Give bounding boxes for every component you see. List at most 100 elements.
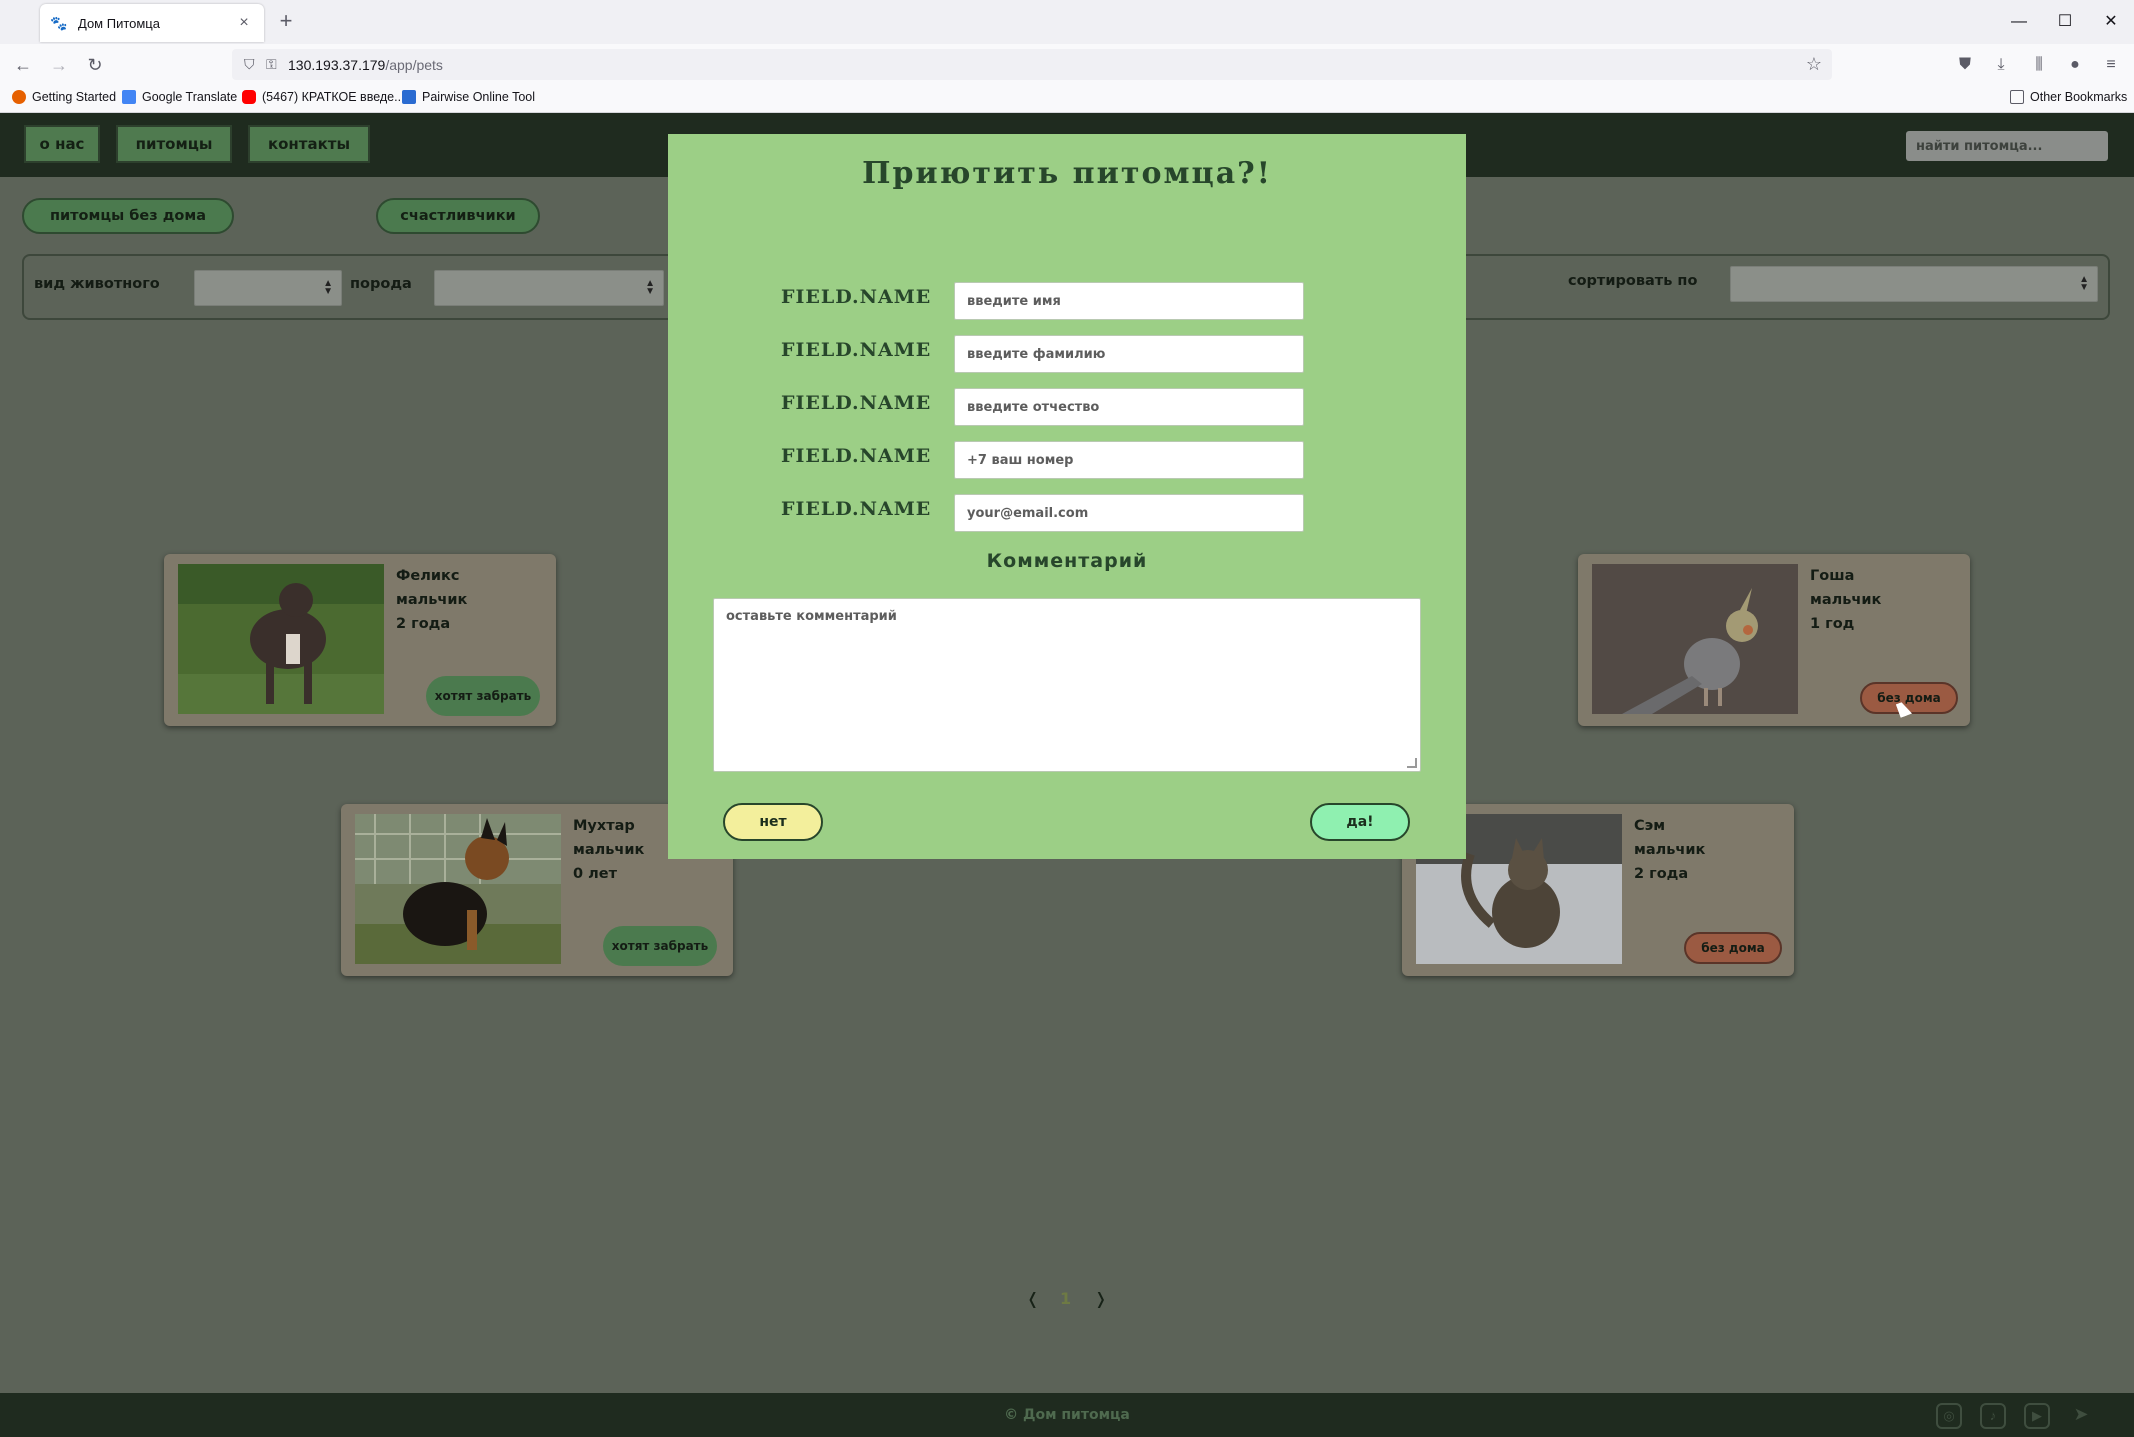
pet-info: Феликс мальчик 2 года bbox=[396, 564, 467, 636]
pet-photo-dog bbox=[178, 564, 384, 714]
status-badge[interactable]: хотят забрать bbox=[426, 676, 540, 716]
bookmark-label: Pairwise Online Tool bbox=[422, 90, 536, 104]
nav-contacts-button[interactable]: контакты bbox=[248, 125, 370, 163]
youtube-icon bbox=[242, 90, 256, 104]
email-label: FIELD.NAME bbox=[781, 498, 932, 520]
pet-age: 1 год bbox=[1810, 616, 1855, 632]
close-window-button[interactable]: ✕ bbox=[2088, 0, 2134, 44]
pet-gender: мальчик bbox=[396, 592, 468, 608]
site-footer: © Дом питомца ◎ ♪ ▶ ➤ bbox=[0, 1393, 2134, 1437]
sort-label: сортировать по bbox=[1568, 273, 1698, 289]
extensions-icon[interactable]: ● bbox=[2064, 54, 2086, 76]
new-tab-button[interactable]: + bbox=[272, 8, 300, 36]
grid-icon bbox=[402, 90, 416, 104]
browser-tab-bar: 🐾 Дом Питомца × + — ☐ ✕ bbox=[0, 0, 2134, 44]
pet-gender: мальчик bbox=[573, 842, 645, 858]
last-name-input[interactable]: введите фамилию bbox=[954, 335, 1304, 373]
email-input[interactable]: your@email.com bbox=[954, 494, 1304, 532]
no-button[interactable]: нет bbox=[723, 803, 823, 841]
other-bookmarks[interactable]: Other Bookmarks bbox=[2010, 90, 2127, 104]
first-name-input[interactable]: введите имя bbox=[954, 282, 1304, 320]
pet-age: 2 года bbox=[1634, 866, 1689, 882]
bookmark-pairwise[interactable]: Pairwise Online Tool bbox=[402, 90, 535, 104]
status-badge[interactable]: хотят забрать bbox=[603, 926, 717, 966]
bookmark-label: (5467) КРАТКОЕ введе... bbox=[262, 90, 405, 104]
phone-input[interactable]: +7 ваш номер bbox=[954, 441, 1304, 479]
menu-icon[interactable]: ≡ bbox=[2100, 54, 2122, 76]
bookmarks-bar: Getting Started Google Translate (5467) … bbox=[0, 85, 2134, 113]
sort-select[interactable]: ▲ ▼ bbox=[1730, 266, 2098, 302]
pet-card[interactable]: Феликс мальчик 2 года хотят забрать bbox=[164, 554, 556, 726]
tab-lucky-pets[interactable]: счастливчики bbox=[376, 198, 540, 234]
downloads-icon[interactable]: ⤓ bbox=[1990, 54, 2012, 76]
next-page-button[interactable]: ❭ bbox=[1094, 1289, 1107, 1308]
url-path: /app/pets bbox=[385, 56, 443, 73]
instagram-icon[interactable]: ◎ bbox=[1936, 1403, 1962, 1429]
bookmark-google-translate[interactable]: Google Translate bbox=[122, 90, 237, 104]
prev-page-button[interactable]: ❬ bbox=[1026, 1289, 1039, 1308]
pet-card[interactable]: Гоша мальчик 1 год без дома bbox=[1578, 554, 1970, 726]
bookmark-youtube-video[interactable]: (5467) КРАТКОЕ введе... bbox=[242, 90, 405, 104]
current-page[interactable]: 1 bbox=[1060, 1289, 1071, 1308]
folder-icon bbox=[2010, 90, 2024, 104]
yes-button[interactable]: да! bbox=[1310, 803, 1410, 841]
pet-name: Феликс bbox=[396, 568, 460, 584]
select-caret-icon: ▲ ▼ bbox=[2079, 274, 2089, 293]
bookmark-getting-started[interactable]: Getting Started bbox=[12, 90, 116, 104]
browser-toolbar: ← → ↻ ⛉ ⚿ 130.193.37.179/app/pets ☆ ⛊ ⤓ … bbox=[0, 44, 2134, 85]
page-info-icon: ⚿ bbox=[266, 56, 277, 72]
comment-label: Комментарий bbox=[986, 550, 1148, 572]
browser-tab-active[interactable]: 🐾 Дом Питомца × bbox=[40, 4, 264, 42]
comment-placeholder: оставьте комментарий bbox=[726, 609, 897, 624]
maximize-button[interactable]: ☐ bbox=[2042, 0, 2088, 44]
pet-age: 2 года bbox=[396, 616, 451, 632]
nav-pets-button[interactable]: питомцы bbox=[116, 125, 232, 163]
adopt-pet-modal: Приютить питомца?! FIELD.NAME введите им… bbox=[668, 134, 1466, 859]
status-badge[interactable]: без дома bbox=[1684, 932, 1782, 964]
select-caret-icon: ▲ ▼ bbox=[645, 278, 655, 297]
select-caret-icon: ▲ ▼ bbox=[323, 278, 333, 297]
bookmark-label: Getting Started bbox=[32, 90, 117, 104]
forward-button[interactable]: → bbox=[44, 50, 74, 80]
species-select[interactable]: ▲ ▼ bbox=[194, 270, 342, 306]
back-button[interactable]: ← bbox=[8, 50, 38, 80]
nav-about-button[interactable]: о нас bbox=[24, 125, 100, 163]
bookmark-label: Google Translate bbox=[142, 90, 238, 104]
shield-icon: ⛉ bbox=[244, 56, 255, 72]
close-tab-icon[interactable]: × bbox=[234, 14, 254, 32]
google-translate-icon bbox=[122, 90, 136, 104]
footer-copyright: © Дом питомца bbox=[1004, 1407, 1130, 1423]
pet-photo-parrot bbox=[1592, 564, 1798, 714]
pocket-icon[interactable]: ⛊ bbox=[1954, 54, 1976, 76]
breed-select[interactable]: ▲ ▼ bbox=[434, 270, 664, 306]
pet-name: Гоша bbox=[1810, 568, 1855, 584]
pet-name: Мухтар bbox=[573, 818, 635, 834]
phone-label: FIELD.NAME bbox=[781, 445, 932, 467]
pet-age: 0 лет bbox=[573, 866, 617, 882]
tab-title: Дом Питомца bbox=[78, 15, 160, 31]
resize-grip-icon[interactable] bbox=[1407, 758, 1417, 768]
breed-label: порода bbox=[350, 276, 412, 292]
bookmark-star-icon[interactable]: ☆ bbox=[1806, 54, 1822, 75]
telegram-icon[interactable]: ➤ bbox=[2068, 1403, 2094, 1429]
minimize-button[interactable]: — bbox=[1996, 0, 2042, 44]
pet-info: Мухтар мальчик 0 лет bbox=[573, 814, 644, 886]
youtube-icon[interactable]: ▶ bbox=[2024, 1403, 2050, 1429]
middle-name-input[interactable]: введите отчество bbox=[954, 388, 1304, 426]
first-name-label: FIELD.NAME bbox=[781, 286, 932, 308]
last-name-label: FIELD.NAME bbox=[781, 339, 932, 361]
pet-info: Гоша мальчик 1 год bbox=[1810, 564, 1881, 636]
pet-gender: мальчик bbox=[1810, 592, 1882, 608]
pagination: ❬ 1 ❭ bbox=[1026, 1289, 1126, 1319]
reload-button[interactable]: ↻ bbox=[80, 50, 110, 80]
tiktok-icon[interactable]: ♪ bbox=[1980, 1403, 2006, 1429]
address-bar[interactable]: ⛉ ⚿ 130.193.37.179/app/pets ☆ bbox=[232, 49, 1832, 80]
pet-name: Сэм bbox=[1634, 818, 1666, 834]
search-input[interactable]: найти питомца... bbox=[1906, 131, 2108, 161]
comment-textarea[interactable]: оставьте комментарий bbox=[713, 598, 1421, 772]
tab-homeless-pets[interactable]: питомцы без дома bbox=[22, 198, 234, 234]
pet-photo-puppy bbox=[355, 814, 561, 964]
other-bookmarks-label: Other Bookmarks bbox=[2030, 90, 2128, 104]
pet-gender: мальчик bbox=[1634, 842, 1706, 858]
library-icon[interactable]: ⫼ bbox=[2028, 54, 2050, 76]
